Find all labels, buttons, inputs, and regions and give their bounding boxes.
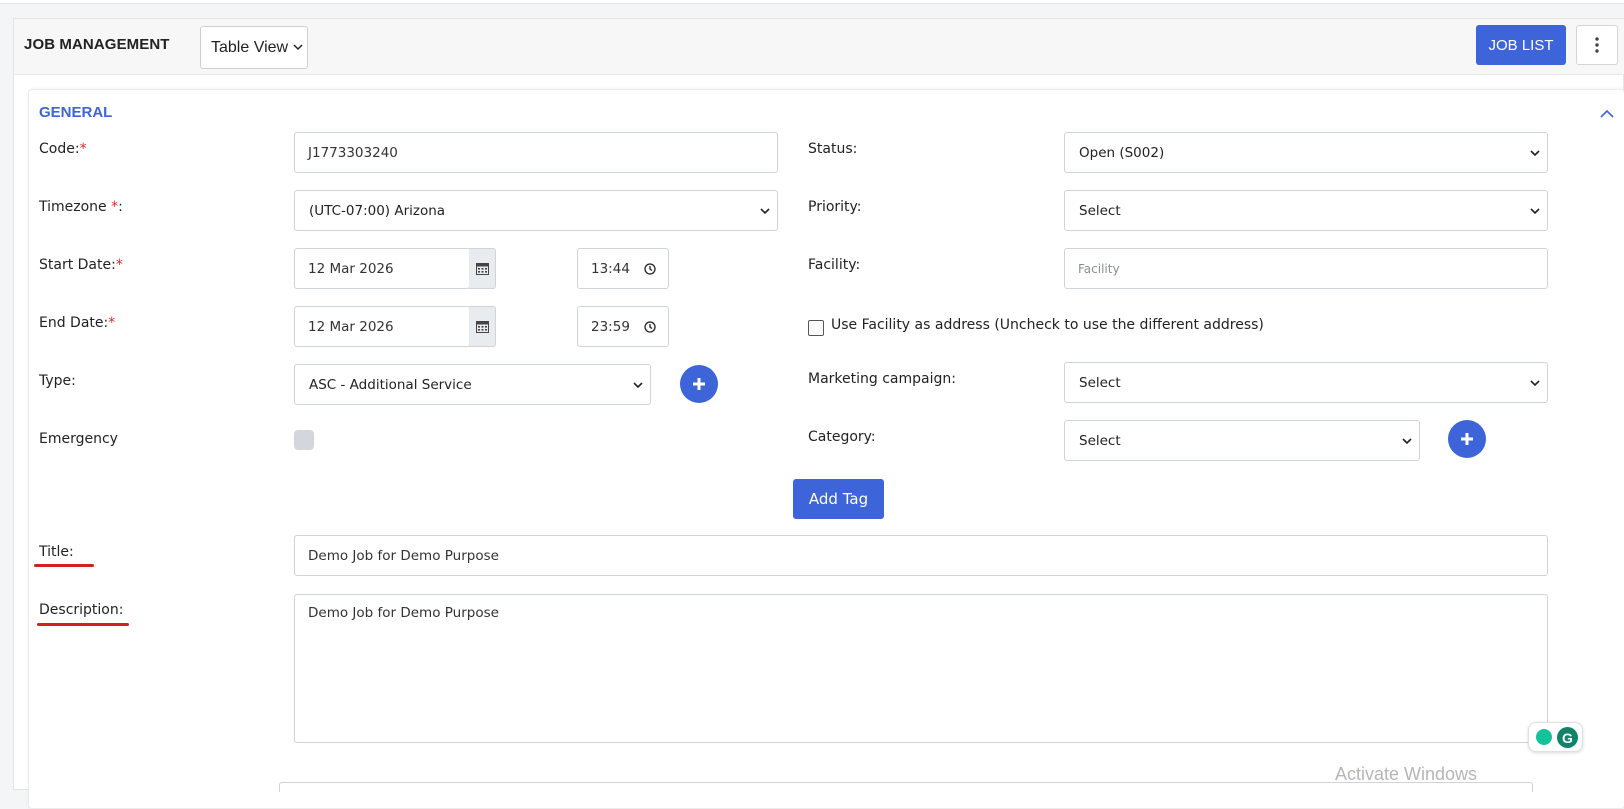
status-value: Open (S002) <box>1079 144 1165 161</box>
chevron-down-icon <box>633 382 643 389</box>
category-label: Category: <box>808 429 876 445</box>
page-header: JOB MANAGEMENT Table View JOB LIST <box>14 19 1624 75</box>
add-tag-button[interactable]: Add Tag <box>793 479 884 519</box>
timezone-label: Timezone *: <box>39 199 123 215</box>
marketing-campaign-value: Select <box>1079 374 1121 391</box>
general-panel: GENERAL Code:* Timezone *: Start Date:* … <box>28 89 1624 809</box>
type-value: ASC - Additional Service <box>309 376 472 393</box>
timezone-value: (UTC-07:00) Arizona <box>309 202 446 219</box>
grammarly-icon: G <box>1557 727 1578 748</box>
type-label: Type: <box>39 373 76 389</box>
title-annotation-underline <box>34 564 94 567</box>
start-time-input[interactable]: 13:44 <box>577 248 669 289</box>
more-options-button[interactable] <box>1576 25 1618 65</box>
end-date-input[interactable]: 12 Mar 2026 <box>294 306 470 347</box>
description-annotation-underline <box>37 623 129 626</box>
view-select[interactable]: Table View <box>200 26 308 69</box>
title-input[interactable]: Demo Job for Demo Purpose <box>294 535 1548 576</box>
category-value: Select <box>1079 432 1121 449</box>
marketing-campaign-label: Marketing campaign: <box>808 371 956 387</box>
end-time-input[interactable]: 23:59 <box>577 306 669 347</box>
activate-windows-watermark: Activate Windows <box>1335 764 1478 784</box>
add-type-button[interactable] <box>680 365 718 403</box>
start-date-label: Start Date:* <box>39 257 123 273</box>
code-label: Code:* <box>39 141 87 157</box>
priority-value: Select <box>1079 202 1121 219</box>
description-textarea[interactable]: Demo Job for Demo Purpose <box>294 594 1548 743</box>
chevron-down-icon <box>1530 150 1540 157</box>
priority-label: Priority: <box>808 199 862 215</box>
status-select[interactable]: Open (S002) <box>1064 132 1548 173</box>
job-management-card: JOB MANAGEMENT Table View JOB LIST GENER… <box>13 18 1624 809</box>
facility-label: Facility: <box>808 257 861 273</box>
category-select[interactable]: Select <box>1064 420 1420 461</box>
use-facility-checkbox[interactable] <box>808 320 824 336</box>
description-label: Description: <box>39 602 124 618</box>
page-title: JOB MANAGEMENT <box>24 36 170 53</box>
plus-icon <box>693 378 705 390</box>
status-label: Status: <box>808 141 858 157</box>
title-label: Title: <box>39 544 74 560</box>
chevron-down-icon <box>1530 208 1540 215</box>
chevron-up-icon[interactable] <box>1600 104 1616 120</box>
code-input[interactable]: J1773303240 <box>294 132 778 173</box>
kebab-icon <box>1595 37 1599 53</box>
use-facility-label: Use Facility as address (Uncheck to use … <box>831 317 1264 333</box>
start-date-input[interactable]: 12 Mar 2026 <box>294 248 470 289</box>
top-strip <box>0 0 1624 4</box>
job-list-button[interactable]: JOB LIST <box>1476 25 1566 65</box>
chevron-down-icon <box>1402 438 1412 445</box>
end-date-calendar-button[interactable] <box>469 306 496 347</box>
start-time-value: 13:44 <box>591 260 630 277</box>
calendar-icon <box>475 321 489 333</box>
facility-input[interactable]: Facility <box>1064 248 1548 289</box>
clock-icon <box>644 263 656 275</box>
emergency-toggle[interactable] <box>294 430 314 450</box>
marketing-campaign-select[interactable]: Select <box>1064 362 1548 403</box>
plus-icon <box>1461 433 1473 445</box>
type-select[interactable]: ASC - Additional Service <box>294 364 651 405</box>
chevron-down-icon <box>1530 380 1540 387</box>
calendar-icon <box>475 263 489 275</box>
timezone-select[interactable]: (UTC-07:00) Arizona <box>294 190 778 231</box>
end-date-label: End Date:* <box>39 315 116 331</box>
view-select-value: Table View <box>211 38 289 56</box>
start-date-calendar-button[interactable] <box>469 248 496 289</box>
chevron-down-icon <box>760 208 770 215</box>
chevron-down-icon <box>293 42 303 54</box>
section-title: GENERAL <box>39 104 113 121</box>
add-category-button[interactable] <box>1448 420 1486 458</box>
grammarly-widget[interactable]: G <box>1528 722 1583 752</box>
emergency-label: Emergency <box>39 431 118 447</box>
clock-icon <box>644 321 656 333</box>
priority-select[interactable]: Select <box>1064 190 1548 231</box>
end-time-value: 23:59 <box>591 318 630 335</box>
grammarly-bulb-icon <box>1536 729 1552 745</box>
